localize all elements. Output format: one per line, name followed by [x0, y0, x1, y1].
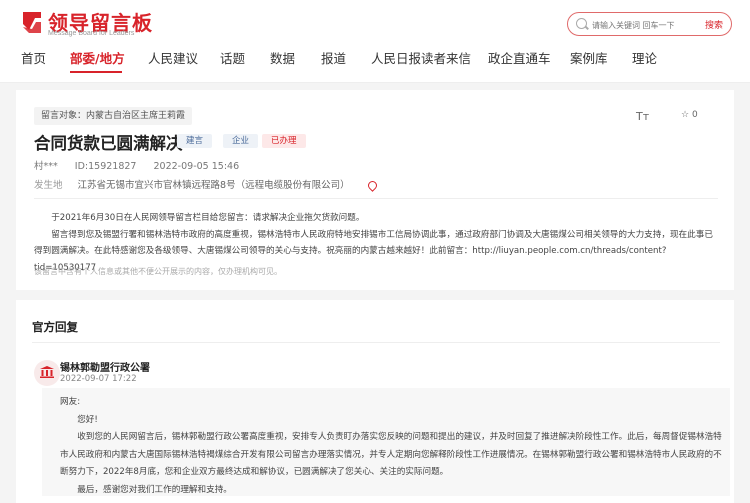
reply-content: 网友: 您好! 收到您的人民网留言后，锡林郭勒盟行政公署高度重视，安排专人负责盯… [42, 388, 730, 496]
tag-enterprise: 企业 [223, 134, 259, 148]
government-building-icon [34, 360, 60, 386]
logo-icon[interactable] [21, 10, 43, 36]
nav-item-ministries-local[interactable]: 部委/地方 [70, 48, 125, 67]
search-button[interactable]: 搜索 [705, 18, 723, 31]
tag-suggestion: 建言 [177, 134, 213, 148]
nav-item-data[interactable]: 数据 [270, 48, 295, 67]
location-row: 发生地 江苏省无锡市宜兴市官林镇远程路8号（远程电缆股份有限公司） [34, 177, 379, 192]
search-box: 搜索 [567, 12, 732, 36]
nav-item-business-direct[interactable]: 政企直通车 [488, 48, 551, 67]
privacy-note: 该留言中含有个人信息或其他不便公开展示的内容，仅办理机构可见。 [34, 267, 282, 276]
search-input[interactable] [590, 16, 694, 34]
location-text: 江苏省无锡市宜兴市官林镇远程路8号（远程电缆股份有限公司） [77, 180, 350, 191]
nav-item-topics[interactable]: 话题 [220, 48, 245, 67]
main-nav: 首页 部委/地方 人民建议 话题 数据 报道 人民日报读者来信 政企直通车 案例… [0, 48, 750, 74]
section-title: 官方回复 [32, 320, 78, 334]
reply-hello: 您好! [77, 414, 98, 425]
logo-subtitle: Message Board for Leaders [48, 30, 135, 37]
nav-item-case-library[interactable]: 案例库 [570, 48, 608, 67]
tag-handled-status: 已办理 [262, 134, 306, 148]
search-icon [576, 18, 587, 29]
location-label: 发生地 [34, 180, 63, 191]
author-name: 村*** [34, 161, 58, 172]
reply-greeting: 网友: [60, 397, 81, 407]
reply-date: 2022-09-07 17:22 [60, 374, 137, 384]
message-time: 2022-09-05 15:46 [153, 161, 240, 172]
reply-body: 收到您的人民网留言后，锡林郭勒盟行政公署高度重视，安排专人负责盯办落实您反映的问… [60, 432, 722, 477]
favorite-button[interactable]: ☆ 0 [681, 110, 698, 120]
message-id: ID:15921827 [74, 161, 137, 172]
nav-item-reports[interactable]: 报道 [321, 48, 346, 67]
divider [34, 198, 718, 199]
star-count: 0 [691, 110, 698, 120]
font-size-icon[interactable]: Tт [636, 110, 649, 123]
message-card: 留言对象：内蒙古自治区主席王莉霞 合同货款已圆满解决 建言 企业 已办理 Tт … [16, 90, 734, 290]
message-title: 合同货款已圆满解决 [34, 134, 183, 153]
official-reply-card: 官方回复 锡林郭勒盟行政公署 2022-09-07 17:22 网友: 您好! … [16, 300, 734, 503]
nav-active-underline [70, 71, 122, 73]
nav-item-suggestions[interactable]: 人民建议 [148, 48, 198, 67]
nav-item-home[interactable]: 首页 [21, 48, 46, 67]
map-pin-icon[interactable] [365, 179, 379, 192]
divider [32, 342, 720, 343]
nav-item-reader-letters[interactable]: 人民日报读者来信 [371, 48, 471, 67]
reply-org-name: 锡林郭勒盟行政公署 [60, 363, 150, 374]
message-meta: 村*** ID:15921827 2022-09-05 15:46 [34, 158, 253, 172]
site-header: 领导留言板 Message Board for Leaders 搜索 首页 部委… [0, 0, 750, 83]
reply-closing: 最后，感谢您对我们工作的理解和支持。 [77, 484, 232, 495]
nav-item-theory[interactable]: 理论 [632, 48, 657, 67]
message-paragraph: 于2021年6月30日在人民网领导留言栏目给您留言：请求解决企业拖欠货款问题。 [51, 213, 365, 223]
star-icon: ☆ [681, 110, 690, 120]
message-target: 留言对象：内蒙古自治区主席王莉霞 [34, 107, 193, 125]
